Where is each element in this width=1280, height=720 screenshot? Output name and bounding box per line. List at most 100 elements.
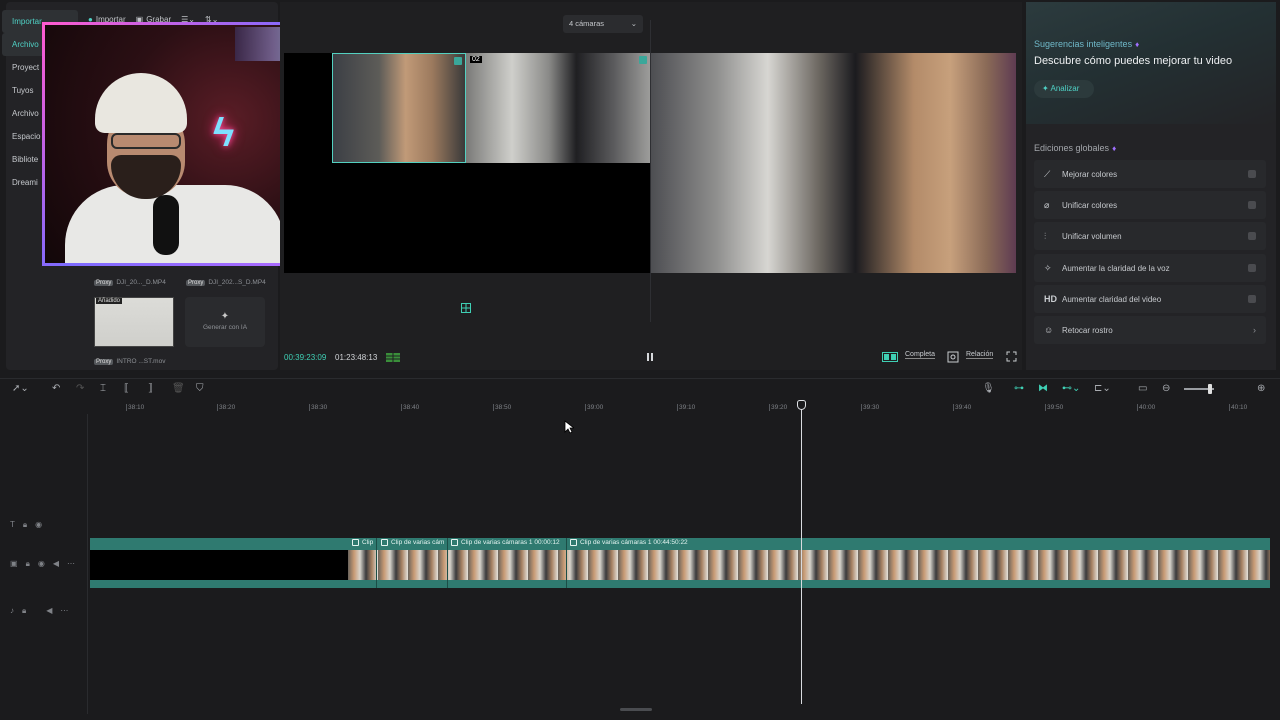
eye-icon[interactable]: ◉ <box>38 559 45 569</box>
lock-icon[interactable]: 🔒︎ <box>23 520 27 530</box>
sparkle-icon: ✦ <box>220 311 230 322</box>
media-caption-1: Proxy DJI_20..._D.MP4 <box>94 276 166 286</box>
playhead-line[interactable] <box>801 400 802 704</box>
generate-ai-button[interactable]: ✦ Generar con IA <box>185 297 265 347</box>
layout-icon[interactable] <box>882 352 898 362</box>
toggle-checkbox[interactable] <box>1248 201 1256 209</box>
preview-mode-icon[interactable]: ⊏⌄ <box>1094 383 1111 394</box>
trim-right-icon[interactable]: ⟧ <box>148 383 153 394</box>
ruler-tick <box>1045 404 1046 411</box>
analyze-button[interactable]: ✦ Analizar <box>1034 80 1094 98</box>
clip-name: Clip <box>362 539 374 546</box>
quality-complete-button[interactable]: Completa <box>905 351 935 359</box>
zoom-out-icon[interactable]: ⊖ <box>1162 383 1170 394</box>
zoom-slider-handle[interactable] <box>1208 384 1212 394</box>
split-icon[interactable]: ⌶ <box>100 383 106 394</box>
shield-icon[interactable]: ⛉ <box>196 383 204 394</box>
aspect-ratio-button[interactable]: Relación <box>966 351 994 359</box>
clip-separator <box>376 538 377 588</box>
media-thumbnail-intro[interactable] <box>94 297 174 347</box>
enhance-colors-label: Mejorar colores <box>1062 169 1118 179</box>
snap-link-icon[interactable]: ⊷⌄ <box>1062 383 1080 394</box>
audio-track-icon: ♪ <box>10 606 14 615</box>
ai-badge-icon: ♦ <box>1135 40 1140 49</box>
clip-name: Clip de varias cám <box>391 539 445 546</box>
timeline-clip-black[interactable] <box>90 538 348 588</box>
delete-icon[interactable]: 🗑 <box>172 383 185 394</box>
camera-angle-1[interactable] <box>332 53 466 163</box>
toggle-checkbox[interactable] <box>1248 295 1256 303</box>
voice-clarity-item[interactable]: ✧ Aumentar la claridad de la voz <box>1034 254 1266 282</box>
mouse-cursor-icon <box>564 420 574 434</box>
media-filename: INTRO ...ST.mov <box>116 358 166 365</box>
ruler-label: 39:30 <box>863 404 880 411</box>
ruler-tick <box>493 404 494 411</box>
video-clarity-label: Aumentar claridad del video <box>1062 294 1162 304</box>
proxy-badge: Proxy <box>94 280 114 286</box>
microphone <box>153 195 179 255</box>
multicam-icon[interactable] <box>461 303 471 313</box>
redo-icon[interactable]: ↷ <box>76 383 84 394</box>
select-tool-icon[interactable]: ➚⌄ <box>12 383 29 394</box>
lock-icon[interactable]: 🔒︎ <box>22 606 26 616</box>
face-retouch-icon: ☺ <box>1044 325 1054 335</box>
unify-colors-item[interactable]: ⌀ Unificar colores <box>1034 191 1266 219</box>
captions-icon[interactable]: ▭ <box>1138 383 1147 394</box>
zoom-in-icon[interactable]: ⊕ <box>1257 383 1265 394</box>
smart-suggestions-heading: Descubre cómo puedes mejorar tu video <box>1034 55 1233 67</box>
more-icon[interactable]: ⋯ <box>60 606 68 616</box>
video-clarity-item[interactable]: HD Aumentar claridad del video <box>1034 285 1266 313</box>
toggle-checkbox[interactable] <box>1248 170 1256 178</box>
enhance-colors-item[interactable]: ⟋ Mejorar colores <box>1034 160 1266 188</box>
link-icon[interactable]: ⊶ <box>1014 383 1024 394</box>
camera-angle-2[interactable] <box>466 53 650 163</box>
video-track-icon: ▣ <box>10 559 18 568</box>
lock-icon[interactable]: 🔒︎ <box>26 559 30 569</box>
ruler-tick <box>953 404 954 411</box>
clip-label: Clip de varias cámaras 1 00:00:12 <box>451 539 560 546</box>
generate-ai-label: Generar con IA <box>202 324 248 331</box>
timecode-current: 00:39:23:09 <box>284 353 327 362</box>
chevron-down-icon: ⌄ <box>630 19 637 28</box>
snapshot-icon[interactable] <box>947 351 959 363</box>
speaker-icon[interactable]: ◀︎ <box>46 606 52 616</box>
unify-volume-label: Unificar volumen <box>1062 231 1122 241</box>
fullscreen-icon[interactable] <box>1006 351 1017 362</box>
pause-button[interactable] <box>645 352 655 362</box>
magnet-icon[interactable]: ⧓ <box>1038 383 1048 394</box>
retouch-face-item[interactable]: ☺ Retocar rostro › <box>1034 316 1266 344</box>
media-filename: DJI_20..._D.MP4 <box>116 279 166 286</box>
unify-volume-item[interactable]: ⫶ Unificar volumen <box>1034 222 1266 250</box>
media-filename: DJI_202...S_D.MP4 <box>208 279 266 286</box>
multicam-clip-icon <box>570 539 577 546</box>
timecode-total: 01:23:48:13 <box>335 353 378 362</box>
ruler-label: 38:20 <box>219 404 236 411</box>
ruler-label: 39:20 <box>771 404 788 411</box>
ruler-tick <box>769 404 770 411</box>
ruler-label: 40:10 <box>1231 404 1248 411</box>
eye-icon[interactable]: ◉ <box>35 520 42 530</box>
media-caption-3: Proxy INTRO ...ST.mov <box>94 355 165 365</box>
undo-icon[interactable]: ↶ <box>52 383 60 394</box>
more-icon[interactable]: ⋯ <box>67 559 75 569</box>
playhead-handle[interactable] <box>797 400 806 410</box>
hd-icon: HD <box>1044 294 1057 304</box>
ruler-label: 39:00 <box>587 404 604 411</box>
audio-meter-icon[interactable] <box>386 353 400 362</box>
timeline-horizontal-scrollbar[interactable] <box>620 708 652 711</box>
global-edits-label: Ediciones globales <box>1034 143 1110 153</box>
toggle-checkbox[interactable] <box>1248 264 1256 272</box>
speaker-icon[interactable]: ◀︎ <box>53 559 59 569</box>
ruler-label: 39:50 <box>1047 404 1064 411</box>
toggle-checkbox[interactable] <box>1248 232 1256 240</box>
camera-indicator-icon <box>639 56 647 64</box>
ruler-tick <box>1137 404 1138 411</box>
camera-count-select[interactable]: 4 cámaras ⌄ <box>563 15 643 33</box>
microphone-icon[interactable]: 🎙 <box>982 383 995 394</box>
clip-name: Clip de varias cámaras 1 00:44:50:22 <box>580 539 688 546</box>
ai-badge-icon: ♦ <box>1112 144 1117 153</box>
clip-separator <box>447 538 448 588</box>
multicam-clip-icon <box>381 539 388 546</box>
trim-left-icon[interactable]: ⟦ <box>124 383 129 394</box>
main-video-preview[interactable] <box>651 53 1016 273</box>
